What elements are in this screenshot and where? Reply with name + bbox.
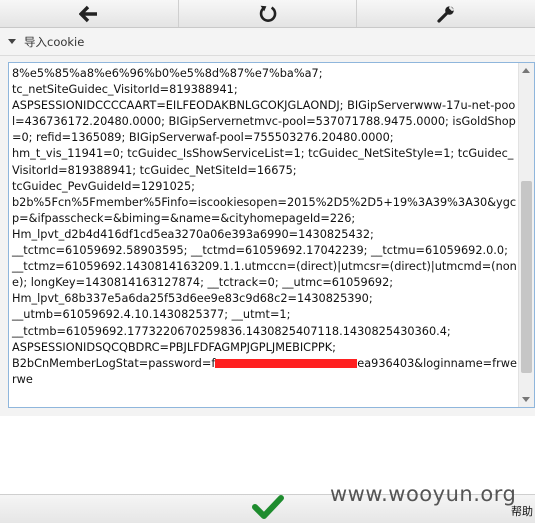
back-button[interactable]: [0, 0, 179, 27]
checkmark-icon: [251, 494, 285, 520]
caret-down-icon: [8, 39, 16, 44]
redaction-bar: [215, 359, 357, 368]
confirm-button[interactable]: [251, 494, 285, 524]
cookie-textarea[interactable]: 8%e5%85%a8%e6%96%b0%e5%8d%87%e7%ba%a7; t…: [8, 62, 535, 408]
arrow-left-icon: [79, 5, 99, 23]
help-link[interactable]: 帮助: [511, 503, 533, 519]
section-title: 导入cookie: [24, 34, 84, 50]
refresh-icon: [258, 4, 278, 24]
scroll-thumb[interactable]: [521, 181, 532, 373]
import-cookie-header[interactable]: 导入cookie: [0, 28, 535, 56]
refresh-button[interactable]: [179, 0, 358, 27]
scroll-down-icon[interactable]: [522, 397, 530, 402]
cookie-text-before: 8%e5%85%a8%e6%96%b0%e5%8d%87%e7%ba%a7; t…: [12, 67, 517, 370]
textarea-scrollbar[interactable]: [518, 63, 534, 407]
toolbar: [0, 0, 535, 28]
wrench-icon: [436, 4, 456, 24]
settings-button[interactable]: [357, 0, 535, 27]
watermark: www.wooyun.org: [330, 482, 516, 506]
scroll-up-icon[interactable]: [522, 68, 530, 73]
cookie-panel: 8%e5%85%a8%e6%96%b0%e5%8d%87%e7%ba%a7; t…: [0, 56, 535, 416]
cookie-text: 8%e5%85%a8%e6%96%b0%e5%8d%87%e7%ba%a7; t…: [12, 66, 518, 388]
